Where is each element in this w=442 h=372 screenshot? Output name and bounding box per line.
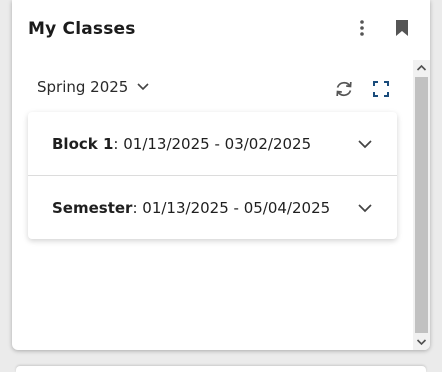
class-name: Block 1 xyxy=(52,134,114,153)
chevron-down-icon xyxy=(137,83,149,91)
more-vertical-icon[interactable] xyxy=(355,18,369,38)
bookmark-icon[interactable] xyxy=(393,18,411,38)
class-row-semester[interactable]: Semester: 01/13/2025 - 05/04/2025 xyxy=(28,176,397,239)
class-row-text: Block 1: 01/13/2025 - 03/02/2025 xyxy=(52,135,311,153)
term-label: Spring 2025 xyxy=(37,78,129,96)
class-end-date: 03/02/2025 xyxy=(224,134,312,153)
scrollbar-thumb[interactable] xyxy=(415,77,428,333)
next-widget-edge xyxy=(16,366,426,372)
class-name: Semester xyxy=(52,198,133,217)
class-row-text: Semester: 01/13/2025 - 05/04/2025 xyxy=(52,199,330,217)
class-start-date: 01/13/2025 xyxy=(142,198,229,217)
class-separator: : xyxy=(132,198,143,217)
class-end-date: 05/04/2025 xyxy=(243,198,331,217)
class-start-date: 01/13/2025 xyxy=(123,134,210,153)
class-separator: : xyxy=(113,134,124,153)
chevron-down-icon xyxy=(358,140,372,149)
refresh-icon[interactable] xyxy=(333,78,355,100)
vertical-scrollbar[interactable] xyxy=(413,60,430,350)
class-list: Block 1: 01/13/2025 - 03/02/2025 Semeste… xyxy=(28,112,397,239)
my-classes-widget: My Classes Spring 2025 Block 1: 01/13/20… xyxy=(12,0,430,350)
fullscreen-icon[interactable] xyxy=(371,79,391,99)
widget-title: My Classes xyxy=(28,19,136,39)
class-row-block-1[interactable]: Block 1: 01/13/2025 - 03/02/2025 xyxy=(28,112,397,176)
date-dash: - xyxy=(209,134,225,153)
scroll-up-arrow-icon[interactable] xyxy=(413,60,430,76)
scroll-down-arrow-icon[interactable] xyxy=(413,334,430,350)
chevron-down-icon xyxy=(358,204,372,213)
date-dash: - xyxy=(228,198,244,217)
term-dropdown[interactable]: Spring 2025 xyxy=(37,78,150,96)
